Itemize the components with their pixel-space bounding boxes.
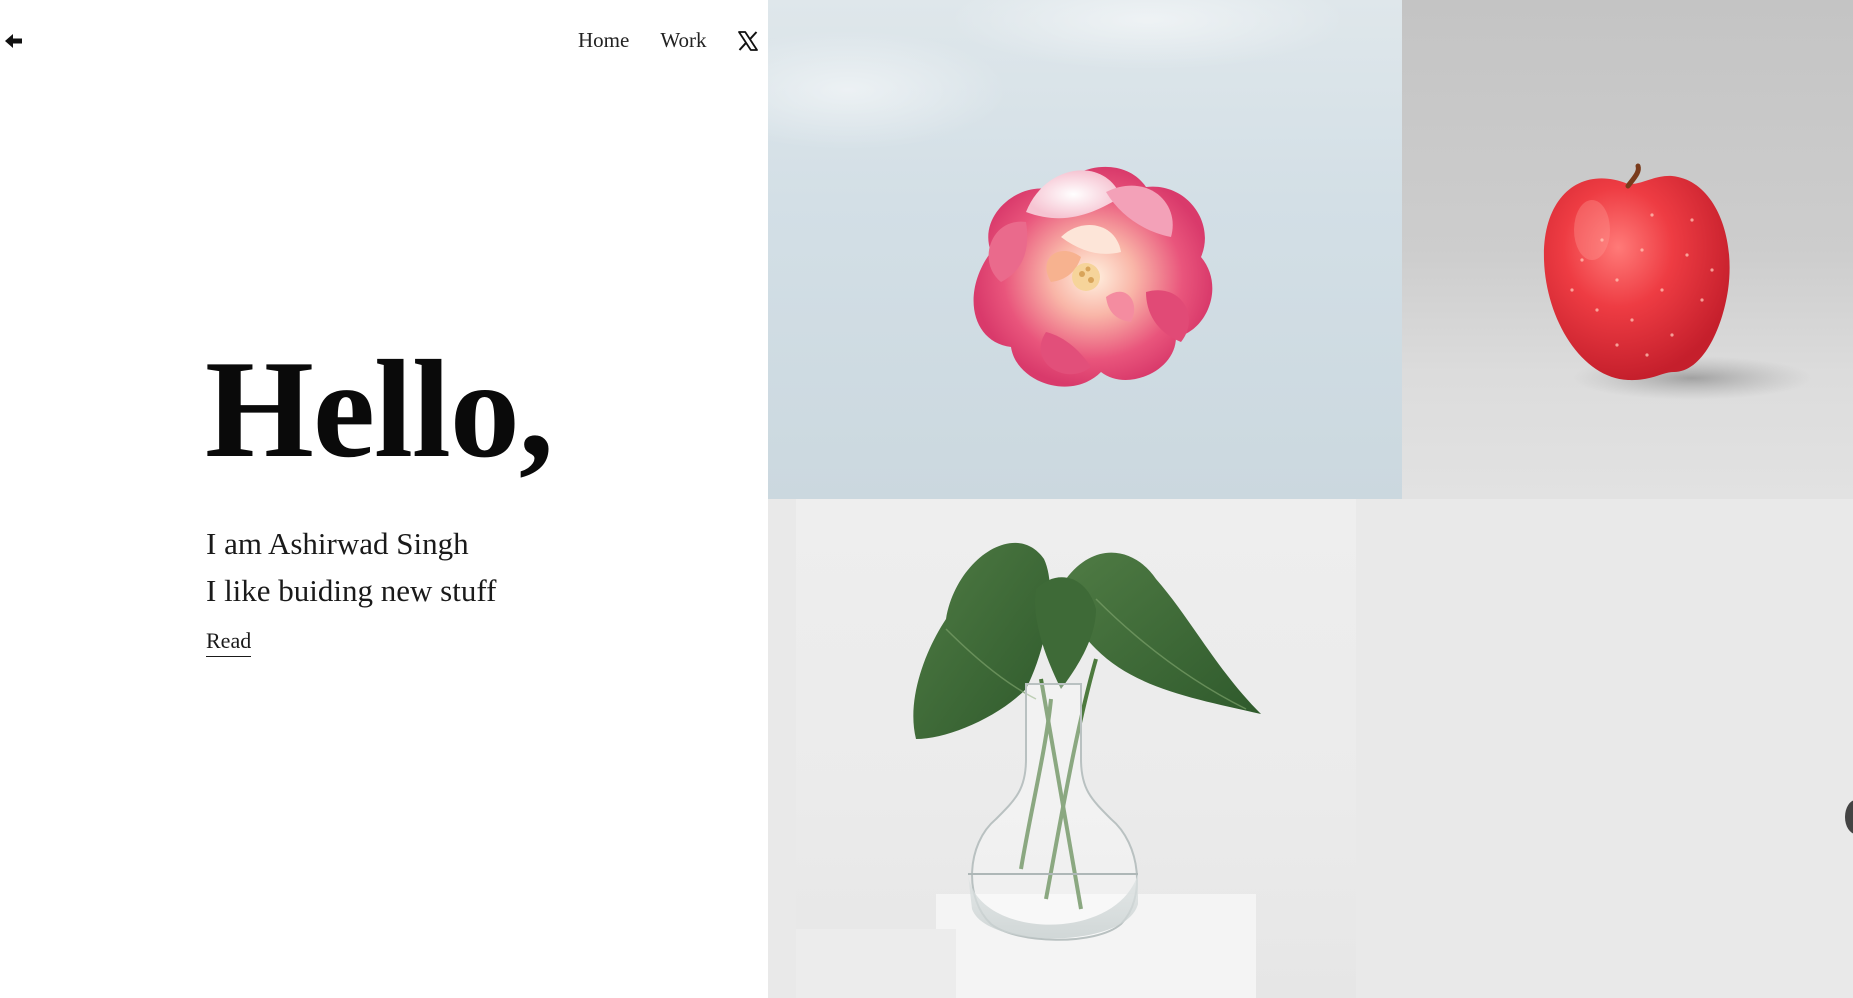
plant-in-vase-image[interactable] [768,499,1853,998]
plant-photo-area [796,499,1356,998]
page: Home Work Hello, I am Ashirwad Singh I l… [0,0,1853,998]
pink-flower-image[interactable] [768,0,1402,499]
intro-panel: Home Work Hello, I am Ashirwad Singh I l… [0,0,768,998]
x-logo-icon[interactable] [737,30,759,52]
arrow-left-icon[interactable] [3,30,25,52]
nav-link-home[interactable]: Home [578,28,629,53]
red-apple-image[interactable] [1402,0,1853,499]
nav-link-work[interactable]: Work [660,28,706,53]
scroll-handle[interactable] [1845,800,1853,834]
intro-text: I am Ashirwad Singh I like buiding new s… [206,520,496,614]
read-link[interactable]: Read [206,628,252,657]
page-title: Hello, [205,332,554,487]
image-gallery [768,0,1853,998]
intro-line-name: I am Ashirwad Singh [206,526,469,561]
top-nav: Home Work [578,28,759,53]
intro-line-tagline: I like buiding new stuff [206,573,497,608]
